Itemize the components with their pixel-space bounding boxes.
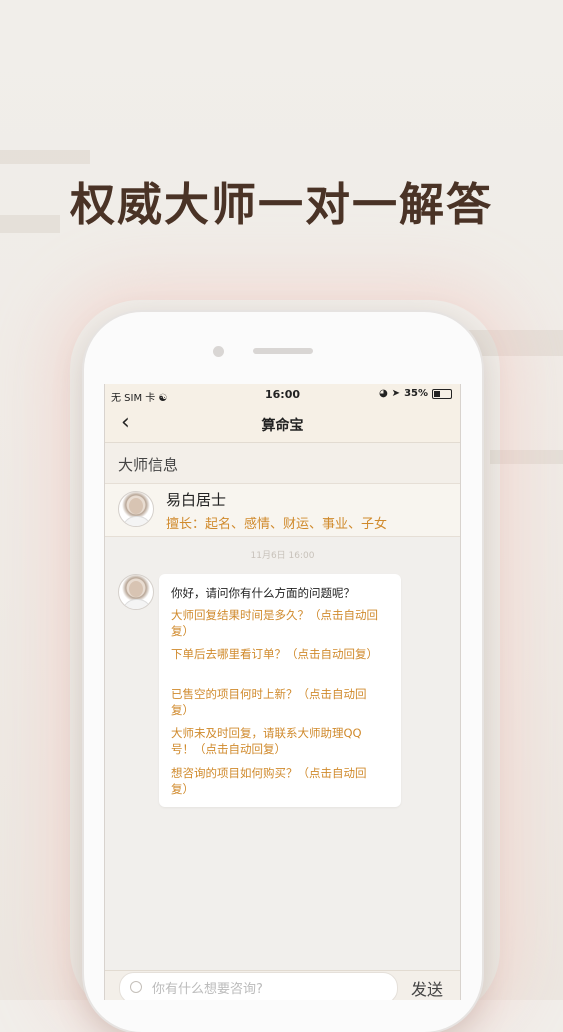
quick-question[interactable]: 想咨询的项目如何购买？（点击自动回复） [171, 765, 381, 797]
quick-question[interactable]: 大师回复结果时间是多久？（点击自动回复） [171, 607, 381, 639]
quick-question[interactable]: 大师未及时回复，请联系大师助理QQ号！（点击自动回复） [171, 725, 381, 757]
promo-headline: 权威大师一对一解答 [69, 178, 493, 231]
voice-icon[interactable] [130, 981, 142, 993]
section-header: 大师信息 [105, 443, 460, 484]
master-name: 易白居士 [166, 491, 227, 509]
screen-edge [104, 384, 105, 1000]
send-button[interactable]: 发送 [411, 976, 443, 1000]
screen-edge [460, 384, 461, 1000]
chat-timestamp: 11月6日 16:00 [250, 551, 315, 561]
lock-rotation-icon: ◕ [378, 388, 388, 399]
battery-icon [432, 388, 452, 399]
status-bar: 无 SIM 卡 ☯ 16:00 ◕ ➤ 35% [105, 384, 460, 406]
message-input-box[interactable] [119, 972, 398, 1000]
phone-speaker [253, 348, 313, 354]
quick-question[interactable]: 下单后去哪里看订单？（点击自动回复） [171, 646, 381, 662]
decor-streak [490, 450, 563, 464]
greeting-message: 你好，请问你有什么方面的问题呢？ [171, 586, 355, 600]
battery-percent: 35% [404, 388, 428, 399]
master-avatar [118, 491, 154, 527]
chat-avatar [118, 574, 154, 610]
decor-streak [0, 150, 90, 164]
quick-question[interactable]: 已售空的项目何时上新？（点击自动回复） [171, 686, 381, 718]
master-info-card[interactable]: 易白居士 擅长：起名、感情、财运、事业、子女 [105, 484, 460, 537]
message-input[interactable] [150, 979, 384, 999]
master-skills: 擅长：起名、感情、财运、事业、子女 [166, 517, 388, 532]
input-area: 发送 [105, 970, 460, 1000]
phone-screen: 无 SIM 卡 ☯ 16:00 ◕ ➤ 35% ‹ 算命宝 大师信息 易白居士 … [105, 384, 460, 1000]
location-icon: ➤ [391, 388, 401, 399]
section-title: 大师信息 [118, 456, 179, 474]
status-right: ◕ ➤ 35% [379, 388, 452, 399]
nav-bar: ‹ 算命宝 [105, 406, 460, 443]
chat-bubble: 你好，请问你有什么方面的问题呢？ 大师回复结果时间是多久？（点击自动回复） 下单… [159, 574, 401, 807]
phone-camera [213, 346, 224, 357]
nav-title: 算命宝 [261, 418, 304, 434]
